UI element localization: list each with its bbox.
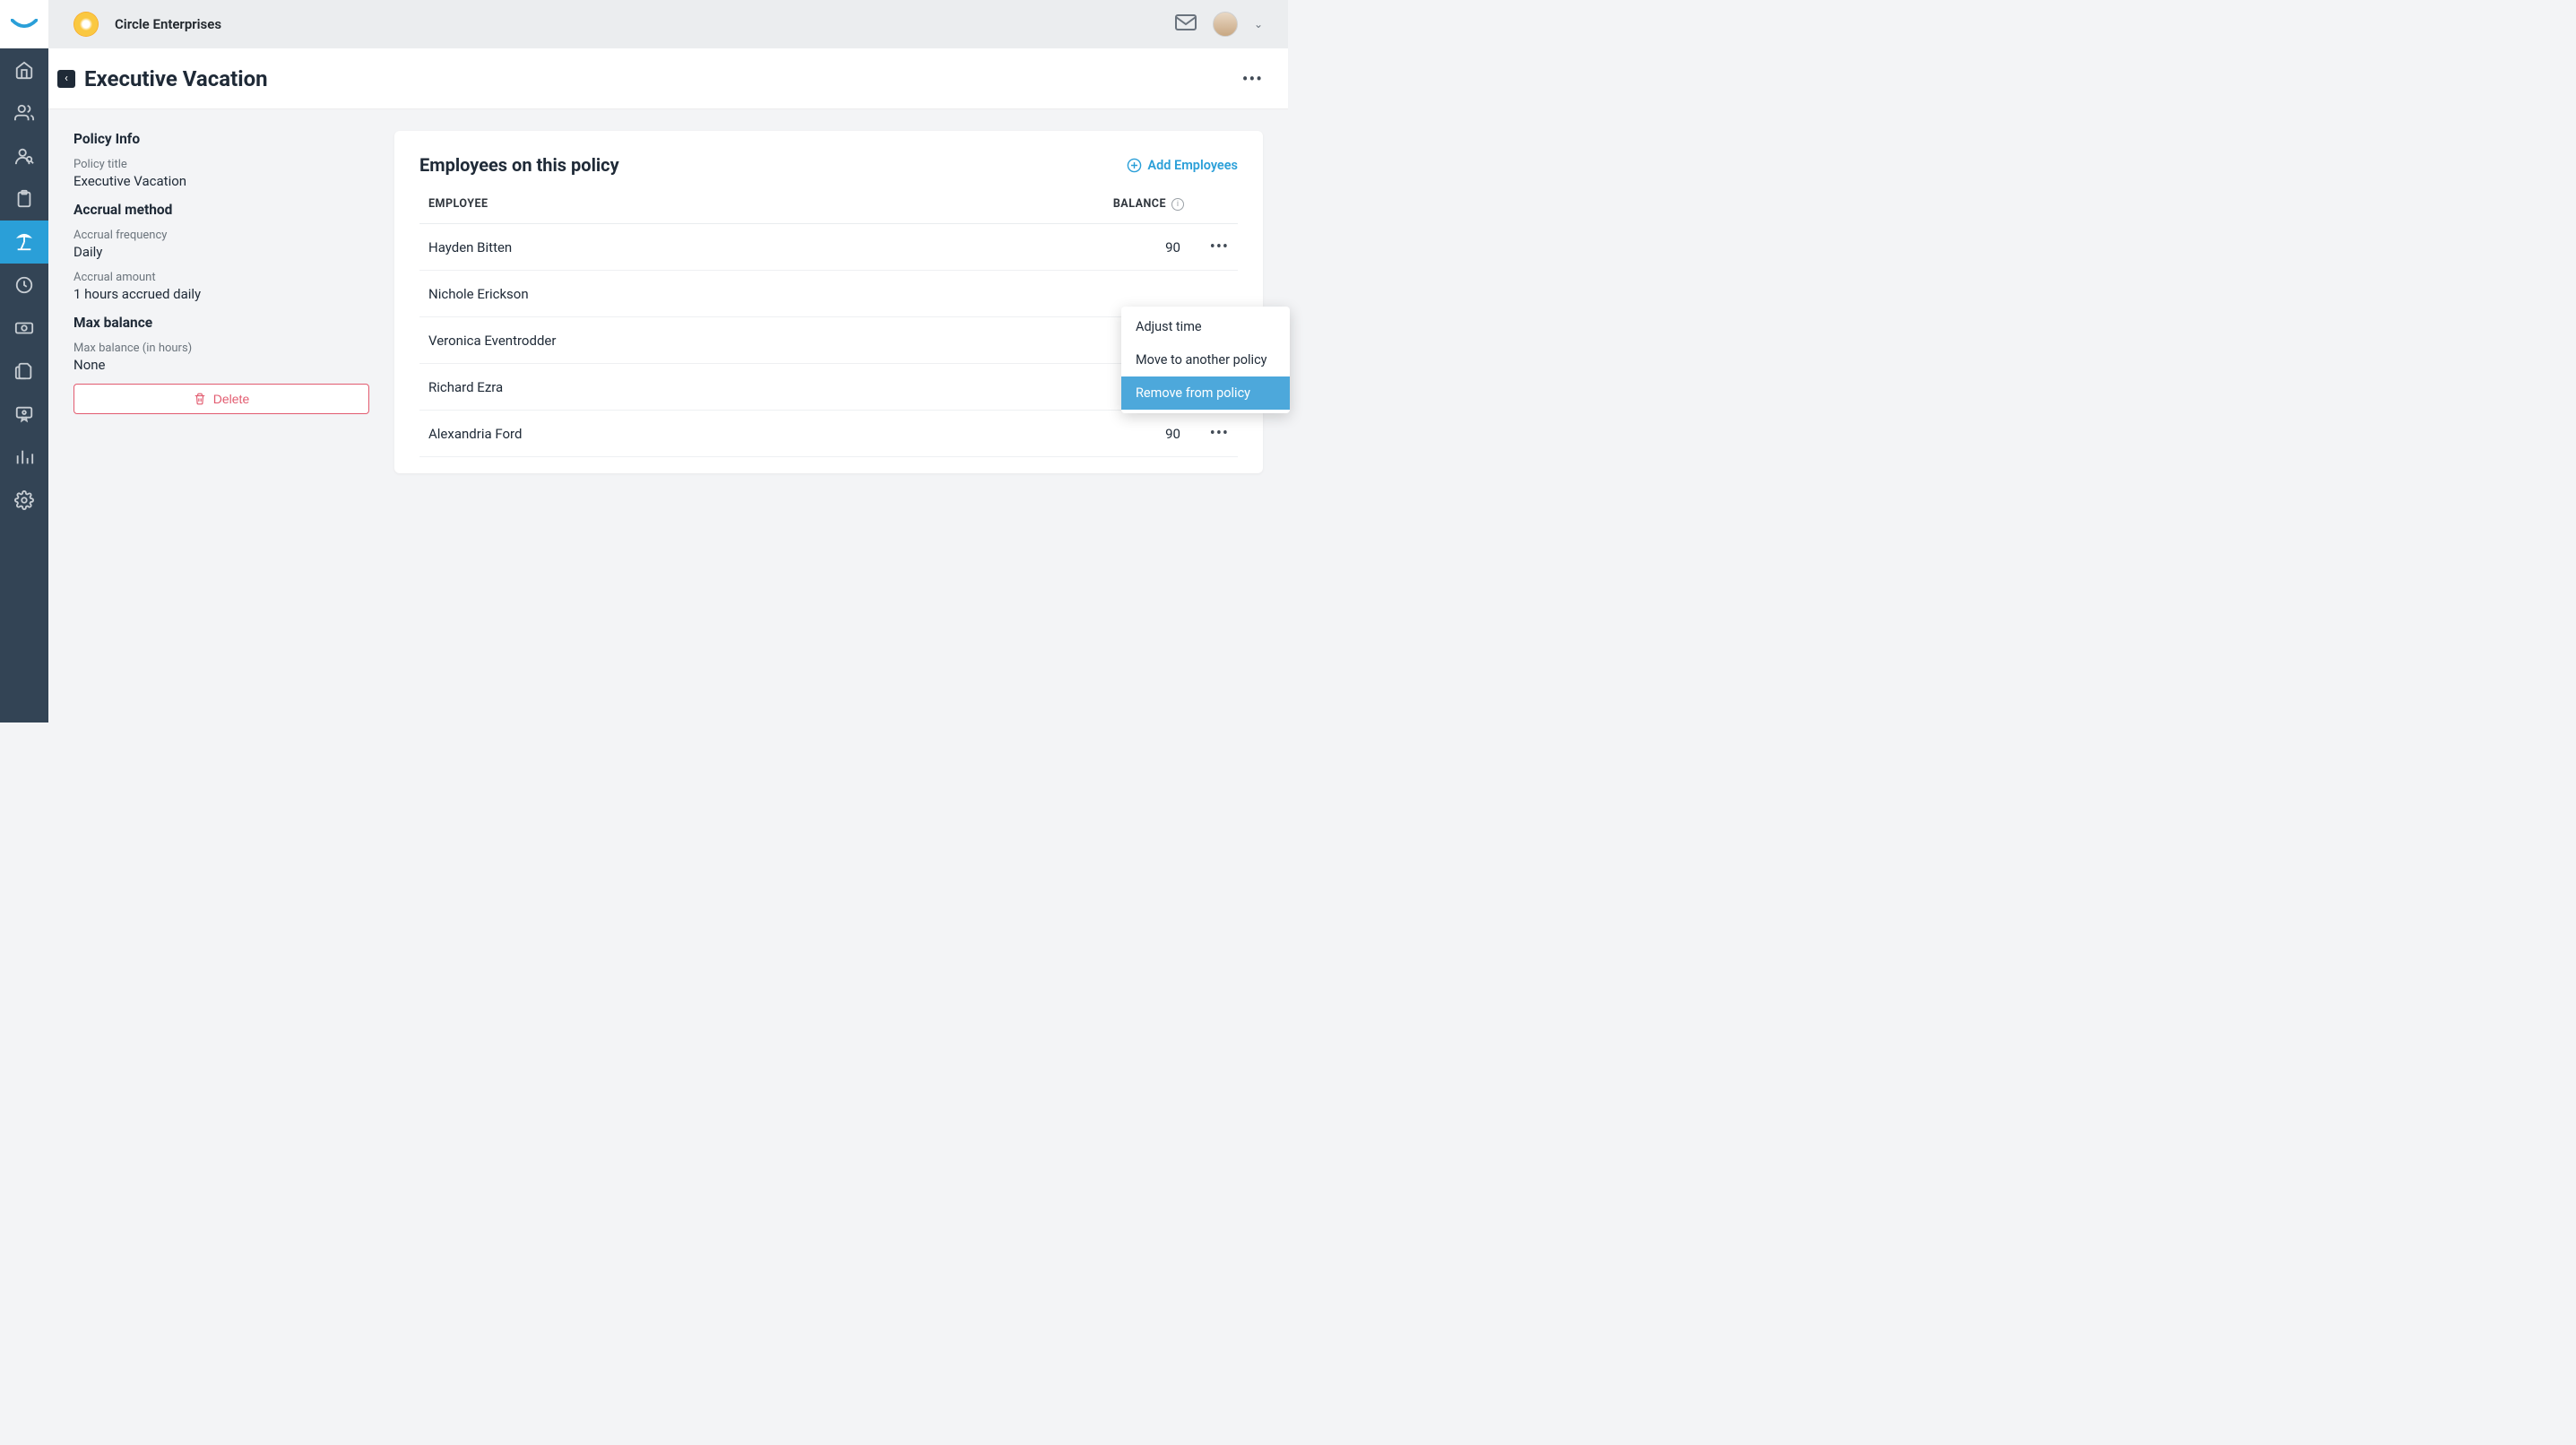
nav-reports[interactable] [0,436,48,479]
delete-label: Delete [213,392,249,406]
app-logo[interactable] [0,0,48,48]
max-balance-label: Max balance (in hours) [73,342,369,355]
add-employees-label: Add Employees [1147,158,1238,173]
avatar[interactable] [1213,12,1238,37]
policy-info-column: Policy Info Policy title Executive Vacat… [73,131,369,414]
employee-name: Veronica Eventrodder [428,333,1076,349]
table-row: Hayden Bitten 90 ••• [419,224,1238,271]
accrual-freq-value: Daily [73,244,369,260]
back-button[interactable]: ‹ [57,70,75,88]
mail-icon[interactable] [1175,14,1197,34]
row-more-button[interactable]: ••• [1184,424,1229,443]
nav-clipboard[interactable] [0,177,48,221]
accrual-amount-label: Accrual amount [73,271,369,284]
table-row: Alexandria Ford 90 ••• [419,411,1238,457]
company-name: Circle Enterprises [115,16,221,32]
accrual-method-heading: Accrual method [73,202,369,218]
table-row: Nichole Erickson ••• [419,271,1238,317]
max-balance-value: None [73,357,369,373]
employee-balance: 90 [1076,426,1184,442]
row-more-button[interactable]: ••• [1184,238,1229,256]
trash-icon [194,393,206,405]
company-logo [73,12,99,37]
info-icon[interactable]: i [1171,198,1184,211]
col-employee: EMPLOYEE [428,197,1076,211]
dropdown-remove-policy[interactable]: Remove from policy [1121,376,1290,410]
nav-search-person[interactable] [0,134,48,177]
page-title: Executive Vacation [84,66,268,91]
chevron-down-icon[interactable]: ⌄ [1254,18,1263,30]
row-actions-dropdown: Adjust time Move to another policy Remov… [1121,307,1290,413]
card-title: Employees on this policy [419,154,619,176]
sidebar [0,0,48,722]
delete-button[interactable]: Delete [73,384,369,414]
table-row: Richard Ezra ••• [419,364,1238,411]
nav-settings[interactable] [0,479,48,522]
employee-balance: 90 [1076,239,1184,255]
nav-certificate[interactable] [0,393,48,436]
page-more-button[interactable]: ••• [1242,68,1263,90]
employee-name: Alexandria Ford [428,426,1076,442]
page-title-bar: ‹ Executive Vacation ••• [48,48,1288,109]
table-head: EMPLOYEE BALANCE i [419,197,1238,224]
nav-money[interactable] [0,307,48,350]
employee-name: Richard Ezra [428,379,1076,395]
dropdown-adjust-time[interactable]: Adjust time [1121,310,1290,343]
plus-circle-icon [1127,158,1142,173]
nav-vacation[interactable] [0,221,48,264]
nav-documents[interactable] [0,350,48,393]
accrual-freq-label: Accrual frequency [73,229,369,242]
content: Policy Info Policy title Executive Vacat… [48,109,1288,722]
employee-name: Hayden Bitten [428,239,1076,255]
nav-time[interactable] [0,264,48,307]
max-balance-heading: Max balance [73,315,369,331]
accrual-amount-value: 1 hours accrued daily [73,286,369,302]
dropdown-move-policy[interactable]: Move to another policy [1121,343,1290,376]
policy-info-heading: Policy Info [73,131,369,147]
topbar: Circle Enterprises ⌄ [48,0,1288,48]
nav-people[interactable] [0,91,48,134]
employee-name: Nichole Erickson [428,286,1076,302]
table-row: Veronica Eventrodder ••• [419,317,1238,364]
employees-card: Employees on this policy Add Employees E… [394,131,1263,473]
policy-title-label: Policy title [73,158,369,171]
col-balance: BALANCE i [1076,197,1184,211]
add-employees-button[interactable]: Add Employees [1127,158,1238,173]
policy-title-value: Executive Vacation [73,173,369,189]
nav-home[interactable] [0,48,48,91]
